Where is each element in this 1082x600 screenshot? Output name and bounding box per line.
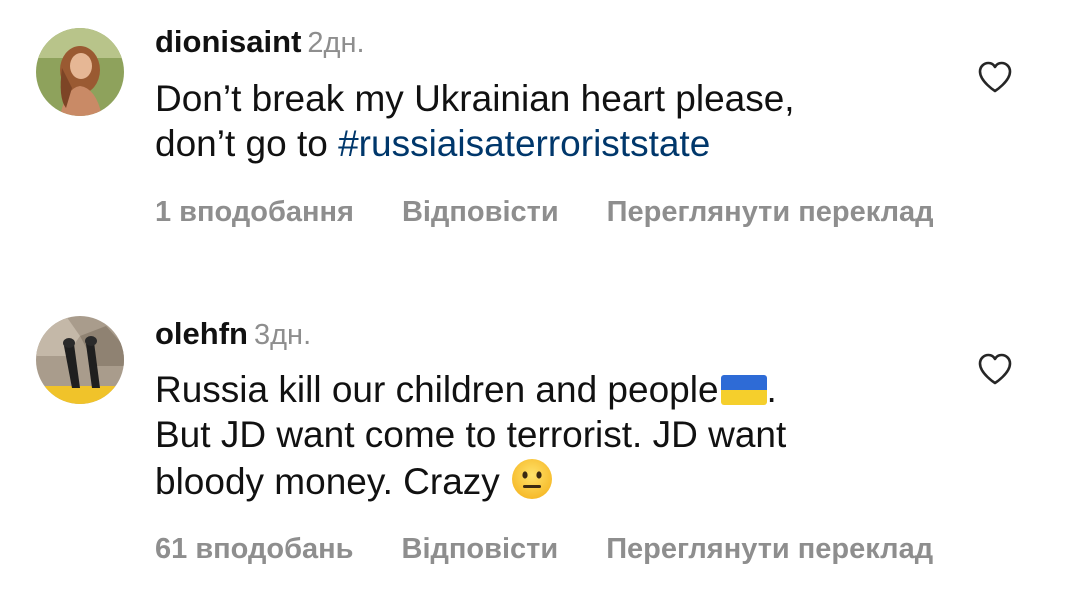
reply-button[interactable]: Відповісти [402,195,559,229]
comment-line: But JD want come to terrorist. JD want [155,414,787,455]
ukraine-flag-icon [720,375,767,405]
comment-actions: 1 вподобання Відповісти Переглянути перекл… [155,195,934,229]
avatar-dionisaint[interactable] [36,28,124,116]
comment-username[interactable]: olehfn [155,316,248,351]
comment-text: Don’t break my Ukrainian heart please, d… [155,76,935,166]
see-translation-button[interactable]: Переглянути переклад [607,195,934,229]
comment-text: Russia kill our children and people. But… [155,367,935,504]
neutral-face-icon [511,459,552,499]
comment-line: Don’t break my Ukrainian heart please, [155,78,795,119]
comment-line: don’t go to #russiaisaterroriststate [155,121,935,166]
comment-line: Russia kill our children and people. [155,367,935,412]
reply-button[interactable]: Відповісти [402,532,559,566]
heart-outline-icon[interactable] [977,60,1013,94]
comment-header: olehfn 3дн. [155,316,311,353]
comment-line-text: bloody money. Crazy [155,461,500,502]
comment-line-text: . [766,369,777,410]
heart-outline-icon[interactable] [977,352,1013,386]
comment-line-text: don’t go to [155,123,339,164]
comment-time: 3дн. [254,319,312,351]
comment-line: bloody money. Crazy [155,457,935,504]
comment-time: 2дн. [307,27,365,59]
avatar-olehfn[interactable] [36,316,124,404]
comment-header: dionisaint 2дн. [155,24,365,61]
hashtag-link[interactable]: #russiaisaterroriststate [338,123,710,164]
comment-actions: 61 вподобань Відповісти Переглянути перекл… [155,532,933,566]
likes-count[interactable]: 61 вподобань [155,532,354,566]
see-translation-button[interactable]: Переглянути переклад [606,532,933,566]
likes-count[interactable]: 1 вподобання [155,195,354,229]
comment-line-text: Russia kill our children and people [155,369,719,410]
comment-username[interactable]: dionisaint [155,24,301,59]
